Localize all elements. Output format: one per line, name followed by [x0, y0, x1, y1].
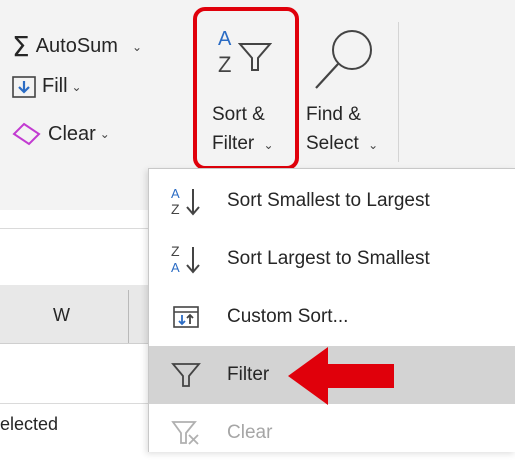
sort-filter-button[interactable]: A Z Sort & Filter ⌄	[200, 14, 292, 164]
column-header-w[interactable]: W	[53, 305, 70, 326]
column-divider	[128, 290, 129, 343]
ribbon-separator	[398, 22, 399, 162]
sort-a-letter: A	[218, 28, 232, 50]
clear-button[interactable]: Clear ⌄	[12, 122, 110, 146]
magnifier-icon	[315, 30, 372, 89]
sort-filter-icon: A Z	[214, 28, 276, 88]
filter-icon	[169, 359, 203, 391]
menu-item-sort-ascending[interactable]: A Z Sort Smallest to Largest	[149, 172, 515, 230]
svg-text:A: A	[171, 186, 180, 201]
sort-ascending-icon: A Z	[169, 185, 203, 217]
menu-item-label: Sort Largest to Smallest	[227, 248, 430, 269]
fill-button[interactable]: Fill ⌄	[12, 75, 82, 98]
cell-text[interactable]: elected	[0, 414, 58, 435]
chevron-down-icon: ⌄	[99, 127, 110, 141]
autosum-label: AutoSum	[35, 35, 118, 57]
grid-line	[0, 403, 148, 404]
menu-item-clear[interactable]: Clear	[149, 404, 515, 462]
chevron-down-icon: ⌄	[368, 138, 379, 152]
chevron-down-icon: ⌄	[71, 79, 82, 94]
menu-item-sort-descending[interactable]: Z A Sort Largest to Smallest	[149, 230, 515, 288]
menu-item-label: Custom Sort...	[227, 306, 349, 327]
fill-label: Fill	[42, 75, 68, 97]
sort-filter-label-2: Filter ⌄	[212, 133, 274, 155]
menu-item-label: Filter	[227, 364, 270, 385]
find-select-label-2: Select ⌄	[306, 133, 378, 155]
sort-z-letter: Z	[218, 52, 232, 77]
menu-item-label: Sort Smallest to Largest	[227, 190, 430, 211]
sort-filter-label-2-text: Filter	[212, 133, 255, 154]
custom-sort-icon	[169, 301, 203, 333]
sort-descending-icon: Z A	[169, 243, 203, 275]
pointer-arrow-icon	[288, 347, 394, 405]
chevron-down-icon: ⌄	[131, 39, 143, 54]
fill-down-icon	[12, 75, 36, 98]
sigma-icon: Σ	[12, 30, 30, 63]
svg-text:Z: Z	[171, 243, 180, 259]
grid-line	[0, 228, 148, 229]
menu-item-label: Clear	[227, 422, 273, 443]
sort-filter-menu: A Z Sort Smallest to Largest Z A Sort La…	[148, 168, 515, 452]
sort-filter-label-1: Sort &	[212, 104, 265, 125]
menu-item-custom-sort[interactable]: Custom Sort...	[149, 288, 515, 346]
find-select-button[interactable]: Find & Select ⌄	[300, 14, 395, 164]
clear-label: Clear	[48, 122, 96, 145]
find-select-label-2-text: Select	[306, 133, 359, 154]
svg-text:A: A	[171, 260, 180, 275]
column-header-row	[0, 285, 148, 344]
autosum-button[interactable]: Σ AutoSum ⌄	[12, 30, 142, 63]
find-select-label-1: Find &	[306, 104, 361, 125]
chevron-down-icon: ⌄	[263, 138, 274, 152]
svg-text:Z: Z	[171, 201, 180, 217]
funnel-icon	[238, 43, 272, 71]
clear-filter-icon	[169, 417, 203, 449]
eraser-icon	[12, 122, 42, 146]
formula-bar-area	[0, 210, 148, 285]
